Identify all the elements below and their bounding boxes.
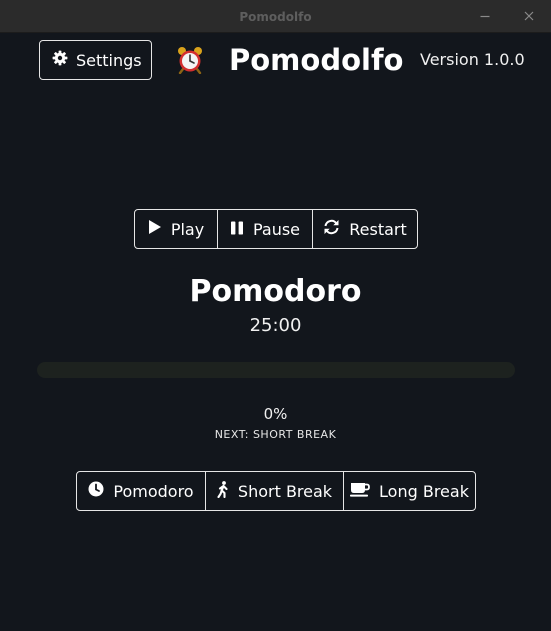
window-title: Pomodolfo xyxy=(239,10,312,24)
gear-icon xyxy=(52,50,68,70)
mode-short-break-button[interactable]: Short Break xyxy=(205,472,343,510)
timer-display: 25:00 xyxy=(249,315,302,336)
coffee-icon xyxy=(350,482,370,501)
timer-controls: Play Pause Restart xyxy=(134,209,418,249)
pause-button[interactable]: Pause xyxy=(217,210,312,248)
play-button-label: Play xyxy=(170,219,205,239)
minimize-icon xyxy=(479,7,491,26)
mode-pomodoro-button[interactable]: Pomodoro xyxy=(77,472,205,510)
app-title: Pomodolfo xyxy=(229,43,404,77)
pause-button-label: Pause xyxy=(252,219,301,239)
play-icon xyxy=(148,219,162,239)
sync-icon xyxy=(323,219,340,239)
settings-button-label: Settings xyxy=(76,50,142,70)
mode-pomodoro-label: Pomodoro xyxy=(113,481,194,501)
close-button[interactable] xyxy=(521,8,537,24)
progress-percent: 0% xyxy=(263,405,288,423)
mode-long-break-label: Long Break xyxy=(379,481,469,501)
pause-icon xyxy=(230,220,244,239)
play-button[interactable]: Play xyxy=(135,210,217,248)
settings-button[interactable]: Settings xyxy=(39,40,152,80)
close-icon xyxy=(523,7,535,26)
mode-long-break-button[interactable]: Long Break xyxy=(343,472,475,510)
minimize-button[interactable] xyxy=(477,8,493,24)
mode-selector: Pomodoro Short Break Long Break xyxy=(76,471,476,511)
mode-short-break-label: Short Break xyxy=(237,481,333,501)
alarm-clock-icon xyxy=(177,46,203,75)
window-titlebar: Pomodolfo xyxy=(0,0,551,33)
restart-button-label: Restart xyxy=(349,219,407,239)
walking-icon xyxy=(217,480,229,502)
app-main: Settings Pomodolfo Version 1.0.0 Play Pa… xyxy=(0,33,551,631)
next-session-label: NEXT: SHORT BREAK xyxy=(214,428,337,441)
version-label: Version 1.0.0 xyxy=(420,50,525,69)
current-mode-title: Pomodoro xyxy=(189,274,362,309)
progress-bar xyxy=(37,362,515,378)
clock-icon xyxy=(88,481,104,501)
restart-button[interactable]: Restart xyxy=(312,210,417,248)
